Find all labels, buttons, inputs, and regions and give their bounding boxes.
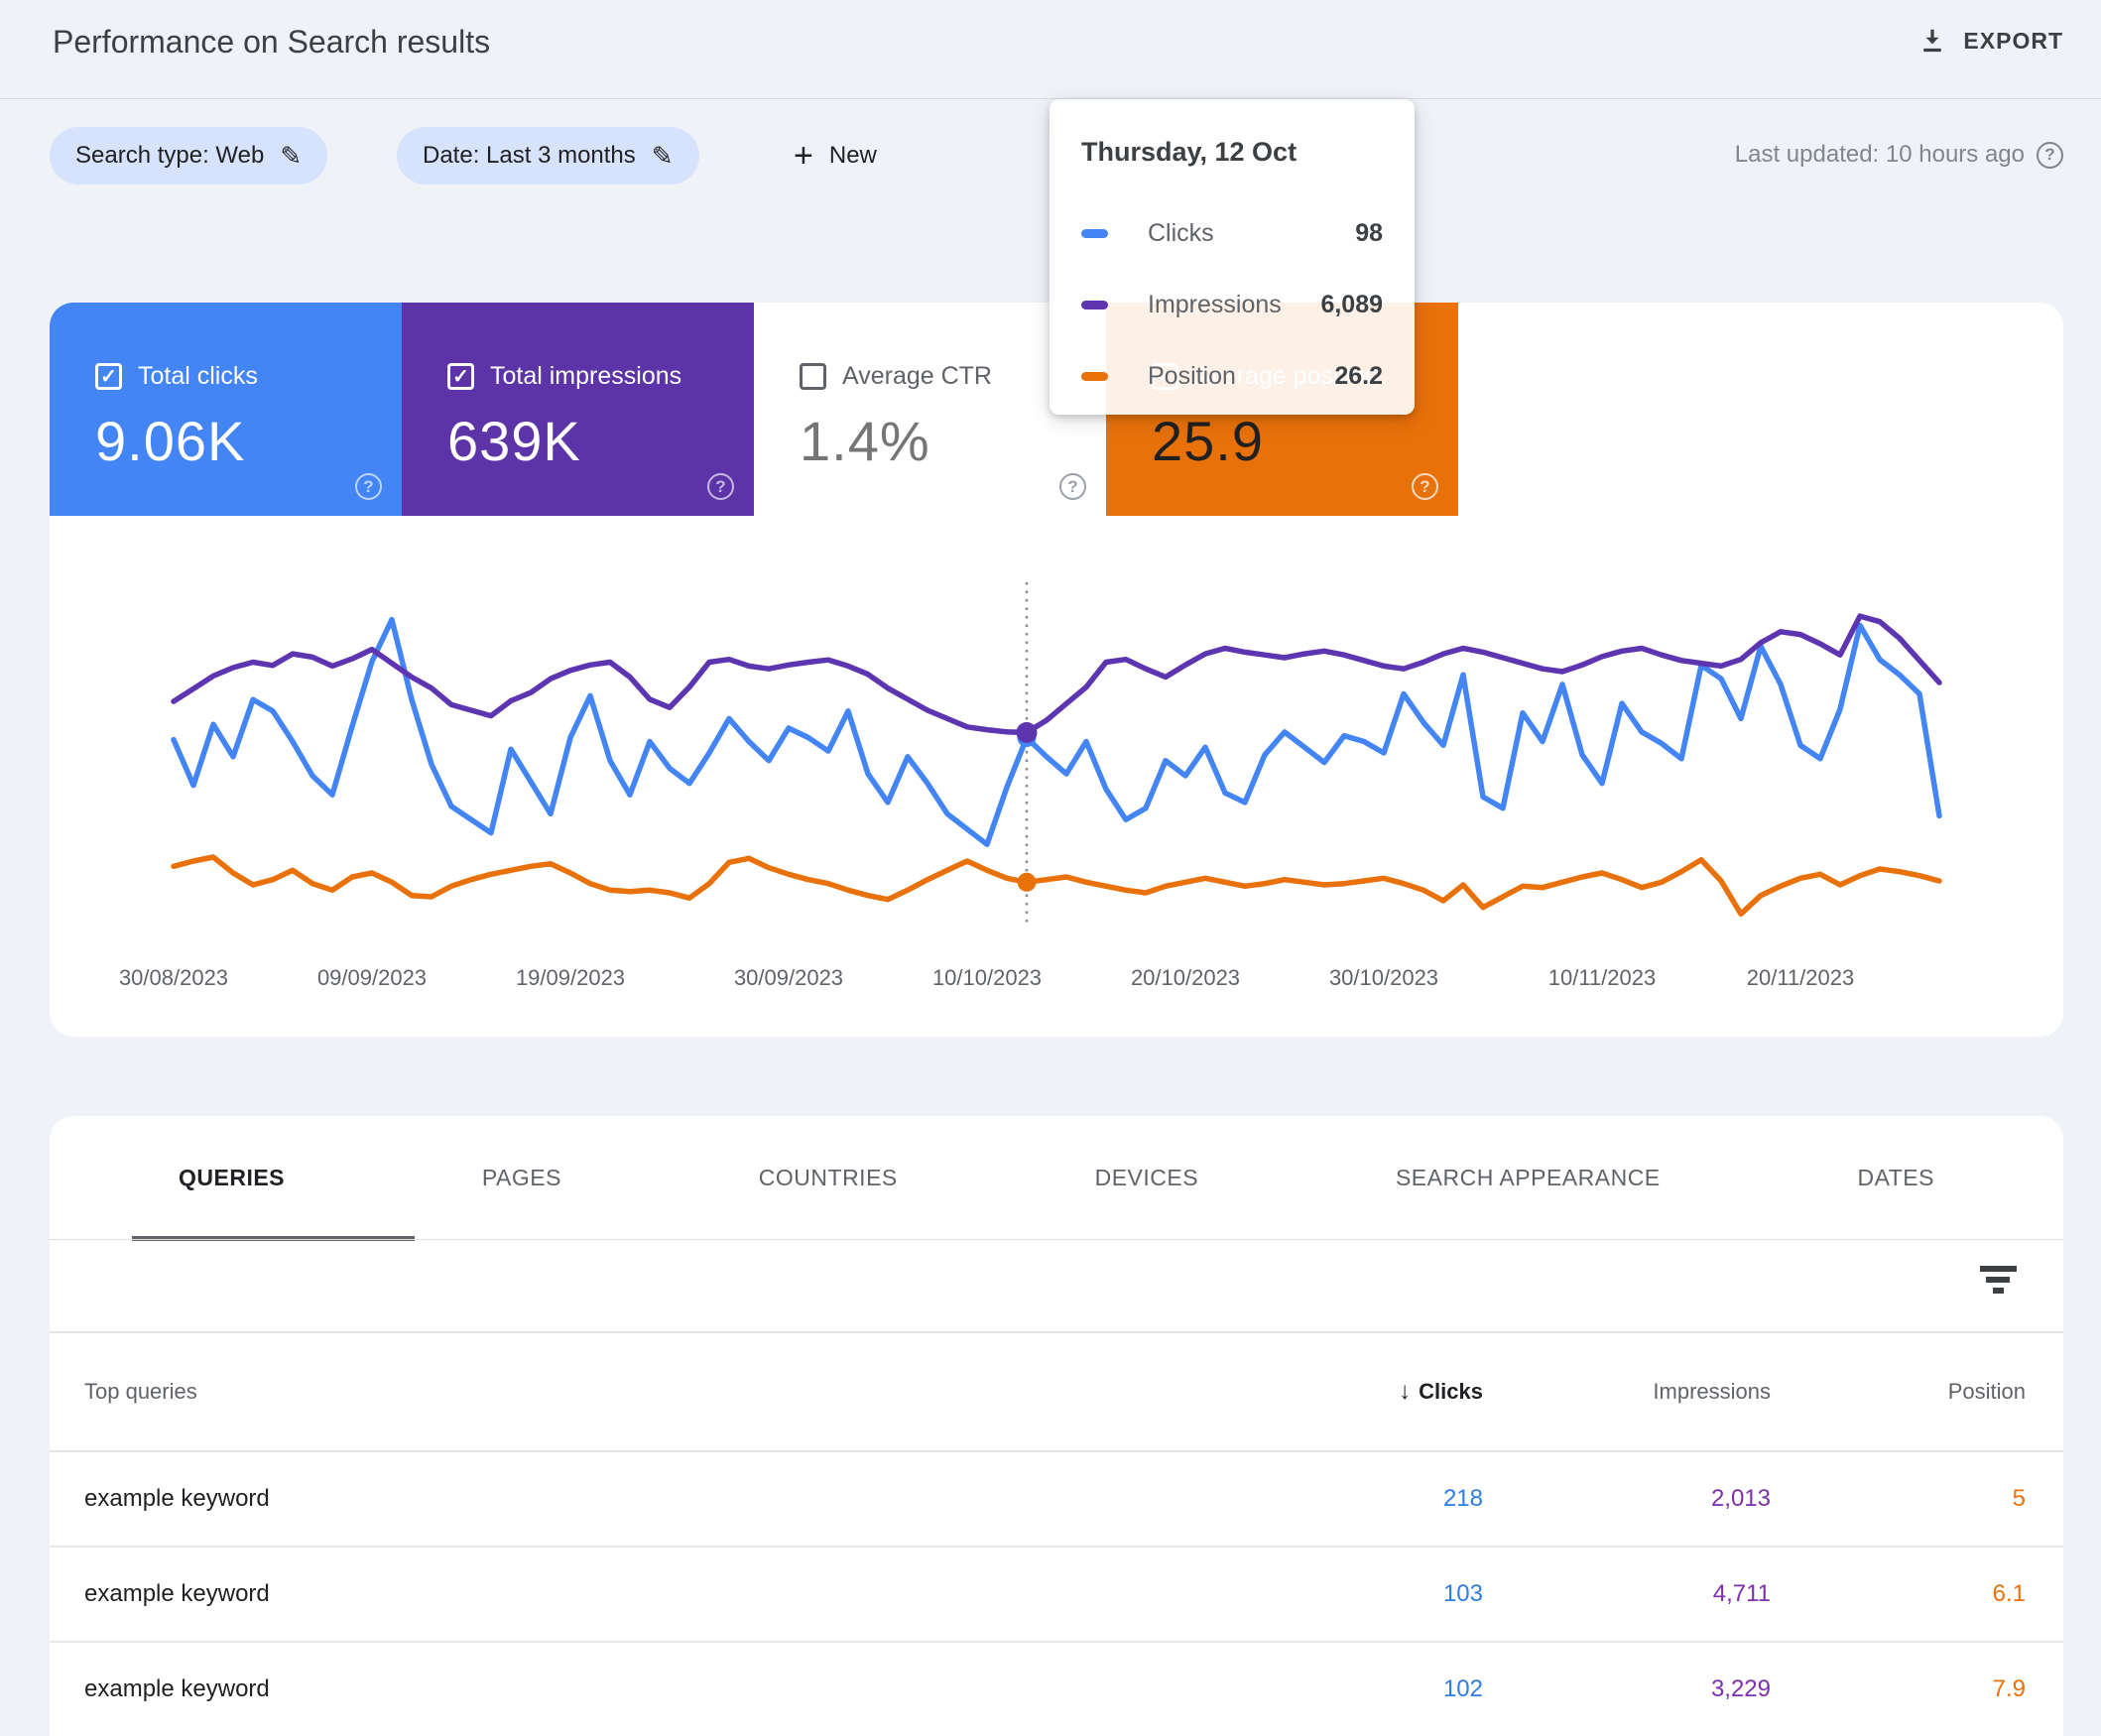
plus-icon: + xyxy=(794,139,813,173)
tooltip-row-clicks: Clicks 98 xyxy=(1081,197,1383,269)
dimensions-table-panel: QUERIES PAGES COUNTRIES DEVICES SEARCH APPEA… xyxy=(50,1116,2063,1736)
metric-card-value: 639K xyxy=(447,409,754,473)
position-hover-dot xyxy=(1018,873,1037,892)
clicks-line xyxy=(174,620,1939,845)
impressions-header[interactable]: Impressions xyxy=(1483,1379,1771,1405)
impressions-hover-dot xyxy=(1017,722,1038,743)
impressions-cell: 3,229 xyxy=(1483,1675,1771,1703)
position-line xyxy=(174,857,1939,914)
clicks-series-swatch-icon xyxy=(1081,229,1108,238)
x-axis-tick-label: 10/10/2023 xyxy=(932,965,1042,990)
table-body: example keyword2182,0135example keyword1… xyxy=(50,1452,2063,1736)
dimension-tabs: QUERIES PAGES COUNTRIES DEVICES SEARCH APPEA… xyxy=(50,1116,2063,1240)
tab-devices[interactable]: DEVICES xyxy=(1075,1165,1218,1191)
checked-checkbox-icon[interactable]: ✓ xyxy=(447,363,474,390)
impressions-cell: 2,013 xyxy=(1483,1485,1771,1513)
x-axis-tick-label: 20/10/2023 xyxy=(1131,965,1240,990)
page-title: Performance on Search results xyxy=(53,24,490,61)
metric-card-label: Average CTR xyxy=(842,362,992,391)
table-header-row: Top queries ↓Clicks Impressions Position xyxy=(50,1333,2063,1450)
date-chip-label: Date: Last 3 months xyxy=(423,142,636,170)
edit-pencil-icon: ✎ xyxy=(652,141,674,172)
x-axis-tick-label: 10/11/2023 xyxy=(1548,965,1656,990)
new-filter-label: New xyxy=(829,142,877,170)
last-updated: Last updated: 10 hours ago ? xyxy=(1735,141,2063,169)
position-series-swatch-icon xyxy=(1081,372,1108,381)
metric-card-total-clicks[interactable]: ✓ Total clicks 9.06K? xyxy=(50,303,402,516)
clicks-cell: 102 xyxy=(1334,1675,1483,1703)
tooltip-row-impressions: Impressions 6,089 xyxy=(1081,269,1383,340)
metric-card-label: Total impressions xyxy=(490,362,681,391)
help-icon[interactable]: ? xyxy=(355,473,382,500)
metric-card-value: 1.4% xyxy=(800,409,1106,473)
position-cell: 6.1 xyxy=(1771,1580,2026,1608)
performance-line-chart[interactable]: 30/08/2023 09/09/2023 19/09/2023 30/09/2023… xyxy=(50,551,2063,1037)
clicks-cell: 103 xyxy=(1334,1580,1483,1608)
tab-dates[interactable]: DATES xyxy=(1838,1165,1954,1191)
help-icon[interactable]: ? xyxy=(1059,473,1086,500)
query-cell: example keyword xyxy=(84,1675,1334,1703)
impressions-line xyxy=(174,616,1939,732)
x-axis-tick-label: 09/09/2023 xyxy=(317,965,427,990)
position-header[interactable]: Position xyxy=(1771,1379,2026,1405)
download-icon xyxy=(1917,26,1947,56)
export-button[interactable]: EXPORT xyxy=(1917,26,2063,56)
position-cell: 5 xyxy=(1771,1485,2026,1513)
clicks-header[interactable]: ↓Clicks xyxy=(1334,1378,1483,1406)
x-axis-tick-label: 19/09/2023 xyxy=(516,965,625,990)
help-icon[interactable]: ? xyxy=(1412,473,1438,500)
unchecked-checkbox-icon[interactable] xyxy=(800,363,826,390)
clicks-cell: 218 xyxy=(1334,1485,1483,1513)
date-filter-chip[interactable]: Date: Last 3 months ✎ xyxy=(397,127,699,185)
chart-hover-tooltip: Thursday, 12 Oct Clicks 98 Impressions 6,08… xyxy=(1050,99,1415,415)
search-type-chip-label: Search type: Web xyxy=(75,142,264,170)
checked-checkbox-icon[interactable]: ✓ xyxy=(95,363,122,390)
impressions-series-swatch-icon xyxy=(1081,301,1108,310)
help-icon[interactable]: ? xyxy=(2037,142,2063,169)
tooltip-row-value: 6,089 xyxy=(1320,291,1383,319)
tab-search-appearance[interactable]: SEARCH APPEARANCE xyxy=(1376,1165,1680,1191)
page-header: Performance on Search results EXPORT xyxy=(0,0,2101,99)
tab-countries[interactable]: COUNTRIES xyxy=(739,1165,918,1191)
header-divider xyxy=(0,98,2101,99)
x-axis-tick-label: 30/10/2023 xyxy=(1329,965,1438,990)
table-toolbar xyxy=(50,1240,2063,1331)
tooltip-row-value: 98 xyxy=(1355,219,1383,248)
impressions-cell: 4,711 xyxy=(1483,1580,1771,1608)
top-queries-header[interactable]: Top queries xyxy=(84,1379,1334,1405)
tooltip-row-position: Position 26.2 xyxy=(1081,340,1383,412)
table-row[interactable]: example keyword2182,0135 xyxy=(50,1452,2063,1548)
tooltip-row-value: 26.2 xyxy=(1334,362,1383,391)
query-cell: example keyword xyxy=(84,1580,1334,1608)
tab-pages[interactable]: PAGES xyxy=(462,1165,581,1191)
help-icon[interactable]: ? xyxy=(707,473,734,500)
position-cell: 7.9 xyxy=(1771,1675,2026,1703)
tooltip-row-label: Position xyxy=(1148,362,1236,391)
query-cell: example keyword xyxy=(84,1485,1334,1513)
x-axis-tick-label: 30/08/2023 xyxy=(119,965,228,990)
metric-card-total-impressions[interactable]: ✓ Total impressions 639K? xyxy=(402,303,754,516)
metric-card-value: 9.06K xyxy=(95,409,402,473)
new-filter-button[interactable]: + New xyxy=(794,127,877,185)
edit-pencil-icon: ✎ xyxy=(280,141,302,172)
x-axis-tick-label: 20/11/2023 xyxy=(1747,965,1854,990)
sort-descending-icon: ↓ xyxy=(1399,1378,1411,1405)
filter-rows-icon[interactable] xyxy=(1978,1266,2018,1298)
export-label: EXPORT xyxy=(1963,28,2063,55)
last-updated-text: Last updated: 10 hours ago xyxy=(1735,141,2025,169)
tooltip-row-label: Impressions xyxy=(1148,291,1282,319)
search-type-chip[interactable]: Search type: Web ✎ xyxy=(50,127,327,185)
table-row[interactable]: example keyword1034,7116.1 xyxy=(50,1548,2063,1643)
x-axis-tick-label: 30/09/2023 xyxy=(734,965,843,990)
tooltip-row-label: Clicks xyxy=(1148,219,1214,248)
tab-queries[interactable]: QUERIES xyxy=(159,1165,305,1191)
table-row[interactable]: example keyword1023,2297.9 xyxy=(50,1643,2063,1736)
metric-card-label: Total clicks xyxy=(138,362,258,391)
metric-card-value: 25.9 xyxy=(1152,409,1458,473)
tooltip-date: Thursday, 12 Oct xyxy=(1081,137,1383,168)
